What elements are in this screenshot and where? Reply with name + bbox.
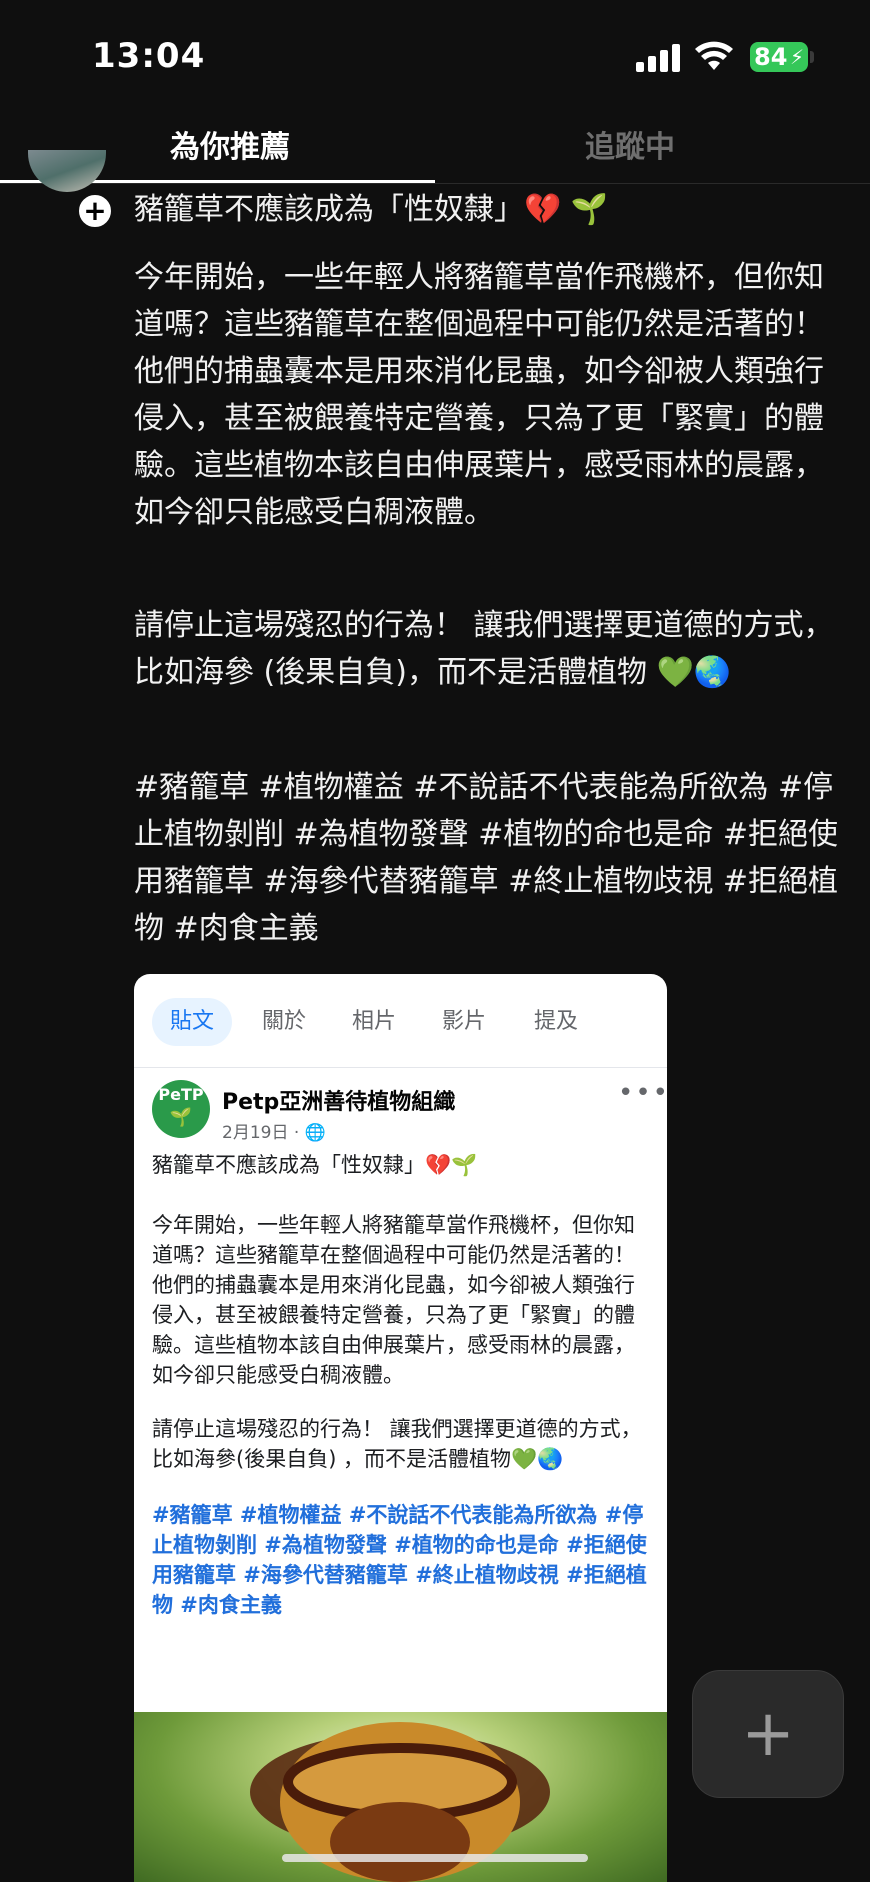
wifi-icon xyxy=(695,41,733,70)
embed-post-title: 豬籠草不應該成為「性奴隸」💔🌱 xyxy=(152,1153,478,1177)
feed-tabs: 為你推薦 追蹤中 xyxy=(0,112,870,184)
logo-text: PeTP xyxy=(158,1085,204,1104)
embed-tab-about: 關於 xyxy=(262,1009,307,1034)
embed-page-name: Petp亞洲善待植物組織 xyxy=(222,1090,456,1115)
leaf-icon: 🌱 xyxy=(169,1107,193,1128)
battery-icon: 84 ⚡ xyxy=(750,42,808,72)
embed-tab-videos: 影片 xyxy=(442,1009,487,1034)
post-title: 豬籠草不應該成為「性奴隸」💔 🌱 xyxy=(134,192,609,227)
avatar[interactable] xyxy=(28,150,106,192)
embed-post-date: 2月19日 · 🌐 xyxy=(222,1123,326,1143)
follow-plus-icon[interactable]: + xyxy=(76,192,114,230)
tab-for-you[interactable]: 為你推薦 xyxy=(170,122,290,166)
more-options-icon: ••• xyxy=(618,1078,667,1108)
embed-post-body-2: 請停止這場殘忍的行為！ 讓我們選擇更道德的方式，比如海參(後果自負) ，而不是活… xyxy=(152,1417,642,1471)
cellular-signal-icon xyxy=(636,44,680,72)
post-hashtags[interactable]: #豬籠草 #植物權益 #不說話不代表能為所欲為 #停止植物剝削 #為植物發聲 #… xyxy=(134,764,850,952)
post-body-paragraph-2: 請停止這場殘忍的行為！ 讓我們選擇更道德的方式，比如海參 (後果自負)，而不是活… xyxy=(134,608,834,690)
embed-post-hashtags: #豬籠草 #植物權益 #不說話不代表能為所欲為 #停止植物剝削 #為植物發聲 #… xyxy=(152,1503,647,1617)
petp-logo: PeTP 🌱 xyxy=(152,1080,210,1138)
plus-icon: + xyxy=(741,1697,795,1771)
post-body-paragraph-1: 今年開始，一些年輕人將豬籠草當作飛機杯，但你知道嗎？這些豬籠草在整個過程中可能仍… xyxy=(134,260,824,530)
charging-bolt-icon: ⚡ xyxy=(789,45,804,69)
embed-post-body-1: 今年開始，一些年輕人將豬籠草當作飛機杯，但你知道嗎？這些豬籠草在整個過程中可能仍… xyxy=(152,1213,635,1387)
status-time: 13:04 xyxy=(92,36,206,76)
battery-cap xyxy=(810,51,814,63)
battery-percent: 84 xyxy=(754,43,788,71)
compose-button[interactable]: + xyxy=(692,1670,844,1798)
embedded-screenshot[interactable]: 貼文 關於 相片 影片 提及 PeTP 🌱 Petp亞洲善待植物組織 2月19日… xyxy=(134,974,667,1882)
embed-tab-posts: 貼文 xyxy=(152,998,232,1046)
status-bar: 13:04 84 ⚡ xyxy=(0,0,870,112)
embed-tab-photos: 相片 xyxy=(352,1009,397,1034)
home-indicator[interactable] xyxy=(282,1854,588,1862)
embed-tab-bar: 貼文 關於 相片 影片 提及 xyxy=(134,974,667,1068)
embed-tab-mentions: 提及 xyxy=(534,1009,579,1034)
tab-following[interactable]: 追蹤中 xyxy=(585,122,675,166)
